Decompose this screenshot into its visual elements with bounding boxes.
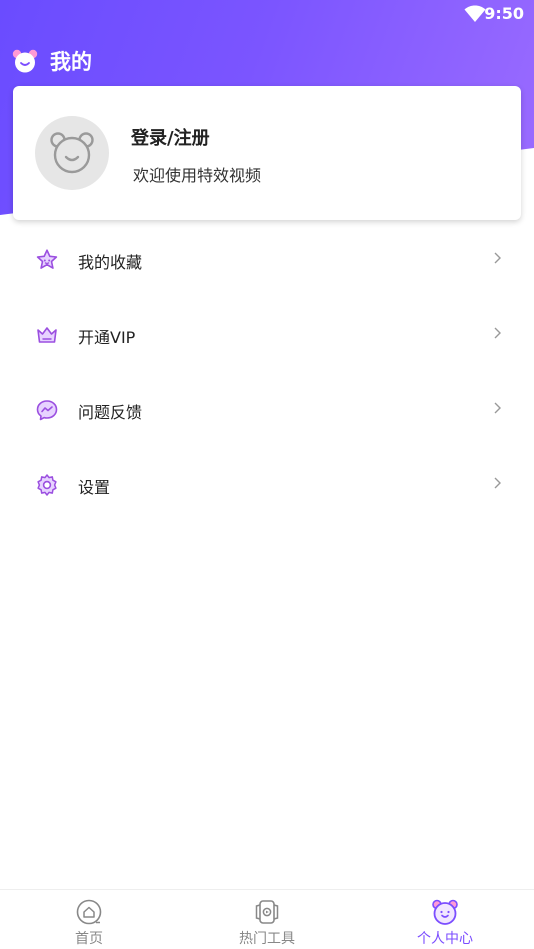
- profile-card[interactable]: 登录/注册 欢迎使用特效视频: [13, 86, 521, 220]
- menu-item-label: 设置: [78, 478, 111, 497]
- menu-item-label: 我的收藏: [78, 253, 143, 272]
- tab-profile[interactable]: 个人中心: [356, 890, 534, 949]
- status-time: 9:50: [484, 4, 524, 23]
- menu-list: 我的收藏 开通VIP 问题反馈 设置: [0, 222, 534, 522]
- bear-avatar-icon: [50, 132, 94, 174]
- chevron-right-icon: [494, 252, 501, 264]
- tab-label: 个人中心: [417, 931, 473, 947]
- menu-item-settings[interactable]: 设置: [0, 447, 534, 522]
- gear-icon: [37, 474, 57, 496]
- tab-home[interactable]: 首页: [0, 890, 178, 949]
- bottom-tab-bar: 首页 热门工具 个人中心: [0, 889, 534, 949]
- home-icon: [76, 899, 102, 925]
- page-header: 我的: [12, 44, 92, 78]
- crown-icon: [37, 327, 57, 343]
- wifi-icon: [464, 5, 486, 22]
- star-icon: [36, 249, 58, 269]
- menu-item-vip[interactable]: 开通VIP: [0, 297, 534, 372]
- tab-label: 首页: [75, 931, 103, 947]
- menu-item-label: 开通VIP: [78, 328, 136, 347]
- chevron-right-icon: [494, 477, 501, 489]
- menu-item-favorites[interactable]: 我的收藏: [0, 222, 534, 297]
- menu-item-label: 问题反馈: [78, 403, 143, 422]
- tools-icon: [255, 900, 279, 924]
- chevron-right-icon: [494, 327, 501, 339]
- bear-logo-icon: [12, 49, 38, 73]
- bear-icon: [432, 899, 458, 925]
- message-icon: [36, 400, 58, 421]
- chevron-right-icon: [494, 402, 501, 414]
- page-title: 我的: [50, 50, 92, 74]
- tab-label: 热门工具: [239, 931, 295, 947]
- status-bar: 9:50: [0, 0, 534, 28]
- avatar[interactable]: [35, 116, 109, 190]
- login-register-link[interactable]: 登录/注册: [131, 124, 210, 150]
- tab-hot-tools[interactable]: 热门工具: [178, 890, 356, 949]
- welcome-text: 欢迎使用特效视频: [133, 166, 262, 185]
- menu-item-feedback[interactable]: 问题反馈: [0, 372, 534, 447]
